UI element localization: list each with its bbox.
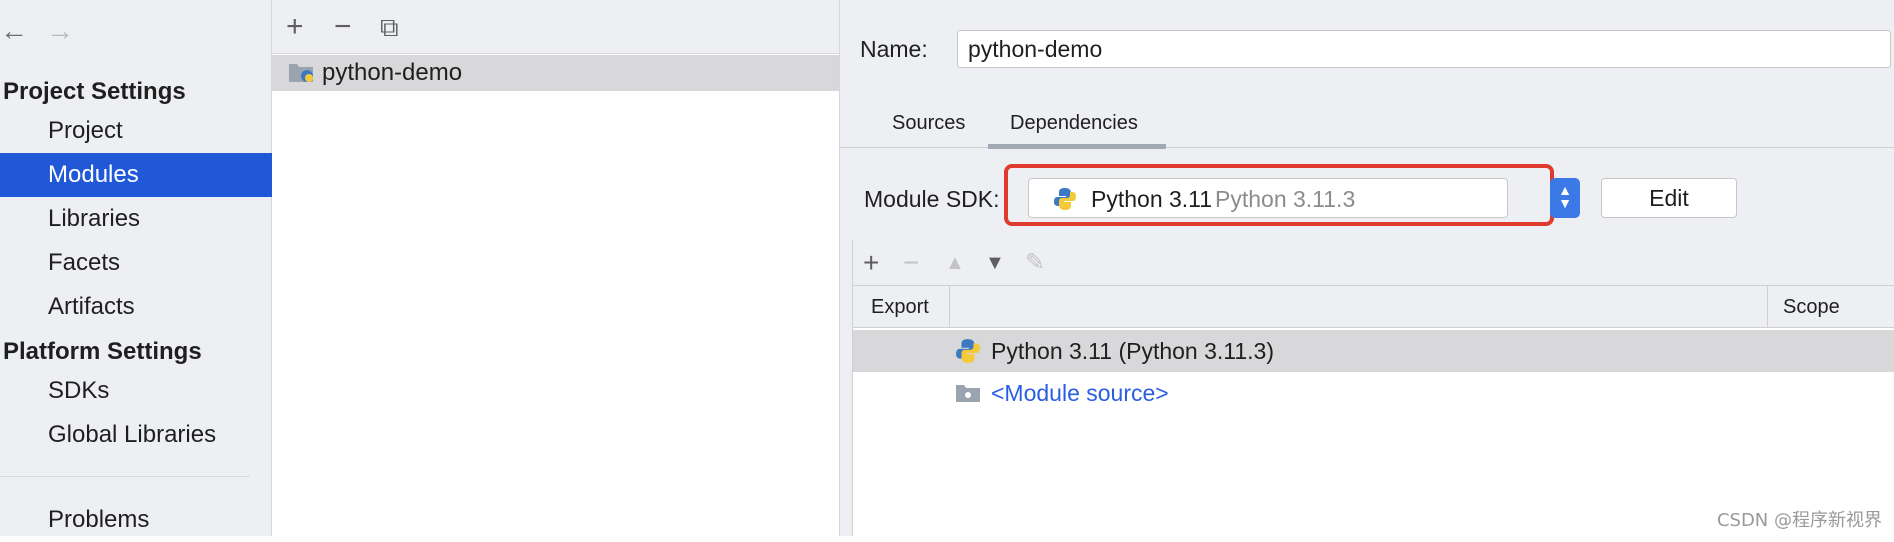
remove-module-icon[interactable]: −: [334, 10, 352, 44]
move-down-icon[interactable]: ▼: [985, 246, 1005, 280]
add-dependency-icon[interactable]: +: [863, 246, 879, 280]
dependency-label: Python 3.11 (Python 3.11.3): [991, 338, 1274, 364]
column-divider: [949, 286, 950, 328]
project-settings-header: Project Settings: [3, 78, 186, 105]
sidebar-item-artifacts[interactable]: Artifacts: [0, 285, 272, 329]
copy-module-icon[interactable]: ⧉: [380, 10, 399, 44]
sidebar-item-project[interactable]: Project: [0, 109, 272, 153]
scope-column-header[interactable]: Scope: [1783, 296, 1840, 319]
module-folder-icon: [289, 64, 313, 82]
folder-icon: [956, 385, 980, 402]
sidebar-item-sdks[interactable]: SDKs: [0, 369, 272, 413]
sidebar-divider: [0, 476, 250, 477]
move-up-icon[interactable]: ▲: [945, 246, 965, 280]
column-divider: [1767, 286, 1768, 328]
settings-sidebar: ← → Project Settings Project Modules Lib…: [0, 0, 272, 536]
module-tabs: Sources Dependencies: [840, 96, 1894, 148]
sidebar-item-facets[interactable]: Facets: [0, 241, 272, 285]
remove-dependency-icon[interactable]: −: [903, 246, 919, 280]
back-arrow-icon[interactable]: ←: [0, 14, 28, 48]
platform-settings-header: Platform Settings: [3, 338, 202, 365]
module-row[interactable]: python-demo: [272, 55, 839, 91]
export-column-header[interactable]: Export: [871, 296, 929, 319]
name-label: Name:: [860, 36, 928, 62]
forward-arrow-icon[interactable]: →: [46, 14, 74, 48]
module-name-input[interactable]: [957, 30, 1891, 68]
module-source-link[interactable]: <Module source>: [991, 380, 1169, 407]
dependencies-header: Export Scope: [853, 286, 1894, 328]
sidebar-item-modules[interactable]: Modules: [0, 153, 272, 197]
sdk-dropdown-chevron-icon[interactable]: ▲ ▼: [1550, 178, 1580, 218]
sidebar-item-problems[interactable]: Problems: [0, 498, 272, 542]
table-row[interactable]: Python 3.11 (Python 3.11.3): [853, 330, 1894, 372]
dependencies-table: + − ▲ ▼ ✎ Export Scope Python 3.11 (Pyth…: [852, 240, 1894, 536]
python-icon: [956, 339, 980, 363]
module-name: python-demo: [322, 59, 463, 86]
sidebar-item-global-libraries[interactable]: Global Libraries: [0, 413, 272, 457]
module-list-toolbar: + − ⧉: [272, 0, 839, 54]
edit-dependency-icon[interactable]: ✎: [1025, 246, 1045, 280]
table-row[interactable]: <Module source>: [853, 372, 1894, 414]
module-list-panel: + − ⧉ python-demo: [272, 0, 840, 536]
edit-sdk-button[interactable]: Edit: [1601, 178, 1737, 218]
tab-sources[interactable]: Sources: [892, 112, 965, 135]
sidebar-item-libraries[interactable]: Libraries: [0, 197, 272, 241]
sdk-highlight-box: [1004, 164, 1554, 226]
active-tab-indicator: [988, 144, 1166, 149]
module-details-panel: Name: Sources Dependencies Module SDK: P…: [840, 0, 1894, 536]
dependencies-toolbar: + − ▲ ▼ ✎: [853, 240, 1894, 286]
tab-dependencies[interactable]: Dependencies: [1010, 112, 1138, 135]
add-module-icon[interactable]: +: [286, 10, 304, 44]
watermark: CSDN @程序新视界: [1716, 510, 1882, 531]
module-sdk-label: Module SDK:: [864, 186, 1000, 212]
